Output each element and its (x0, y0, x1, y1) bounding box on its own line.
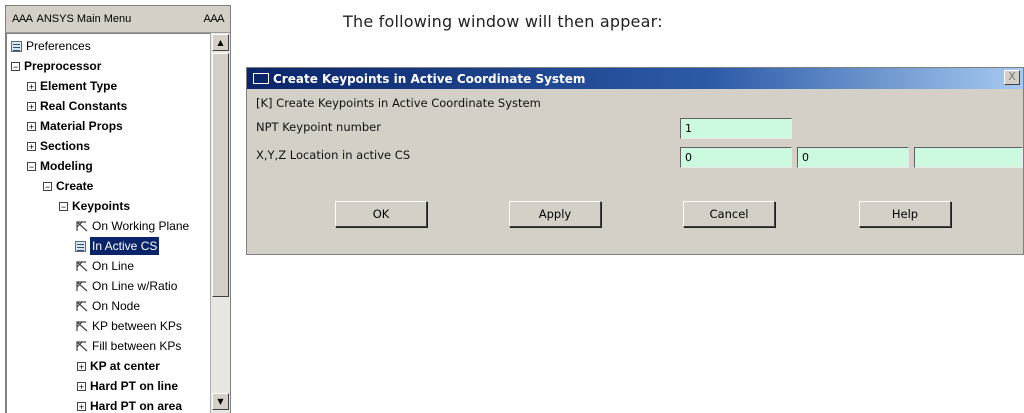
cancel-button[interactable]: Cancel (683, 201, 775, 227)
tree-item-label: Real Constants (40, 99, 128, 113)
close-button[interactable]: X (1004, 70, 1020, 85)
tree-item-keypoints[interactable]: − Keypoints (59, 197, 130, 215)
arrow-icon (76, 281, 88, 292)
arrow-icon (76, 261, 88, 272)
expand-icon[interactable]: + (77, 381, 86, 391)
tree-item-on-line-ratio[interactable]: On Line w/Ratio (75, 277, 177, 295)
tree-item-label: KP between KPs (92, 319, 182, 333)
tree-item-create[interactable]: − Create (43, 177, 93, 195)
tree-item-label: On Line w/Ratio (92, 279, 178, 293)
y-location-field[interactable]: 0 (797, 147, 909, 168)
apply-button[interactable]: Apply (509, 201, 601, 227)
menu-title-bar: AAA ANSYS Main Menu AAA (6, 6, 230, 33)
tree-item-element-type[interactable]: + Element Type (27, 77, 117, 95)
expand-icon[interactable]: + (27, 121, 36, 131)
expand-icon[interactable]: + (27, 81, 36, 91)
create-keypoints-dialog: Create Keypoints in Active Coordinate Sy… (246, 67, 1024, 255)
scroll-down-arrow-icon[interactable]: ▼ (212, 393, 229, 410)
dialog-title-bar: Create Keypoints in Active Coordinate Sy… (247, 68, 1023, 89)
arrow-icon (76, 341, 88, 352)
tree-item-modeling[interactable]: − Modeling (27, 157, 93, 175)
menu-tree: Preferences − Preprocessor + Element Typ… (6, 33, 210, 413)
tree-item-label: On Line (92, 259, 135, 273)
x-location-field[interactable]: 0 (680, 147, 792, 168)
tree-item-material-props[interactable]: + Material Props (27, 117, 123, 135)
tree-item-preferences[interactable]: Preferences (11, 37, 91, 55)
expand-icon[interactable]: + (77, 401, 86, 411)
tree-item-label: Sections (40, 139, 91, 153)
tree-item-label: Hard PT on line (90, 379, 179, 393)
ansys-main-menu: AAA ANSYS Main Menu AAA Preferences − Pr… (5, 5, 231, 413)
z-location-field[interactable] (914, 147, 1023, 168)
collapse-menu-button[interactable]: AAA (12, 13, 33, 25)
collapse-icon[interactable]: − (11, 61, 20, 71)
tree-item-sections[interactable]: + Sections (27, 137, 90, 155)
tree-item-real-constants[interactable]: + Real Constants (27, 97, 127, 115)
help-button[interactable]: Help (859, 201, 951, 227)
tree-item-kp-at-center[interactable]: + KP at center (77, 357, 160, 375)
dialog-title: Create Keypoints in Active Coordinate Sy… (273, 71, 586, 86)
document-icon (75, 240, 86, 252)
caption-text: The following window will then appear: (343, 12, 663, 31)
tree-item-on-node[interactable]: On Node (75, 297, 140, 315)
tree-item-kp-between-kps[interactable]: KP between KPs (75, 317, 182, 335)
tree-item-label: Keypoints (72, 199, 131, 213)
arrow-icon (76, 321, 88, 332)
tree-item-in-active-cs[interactable]: In Active CS (75, 237, 160, 255)
tree-item-hard-pt-on-line[interactable]: + Hard PT on line (77, 377, 178, 395)
tree-item-label: Fill between KPs (92, 339, 182, 353)
tree-item-label: In Active CS (90, 237, 160, 255)
npt-label: NPT Keypoint number (256, 120, 381, 134)
tree-item-label: Preferences (26, 39, 91, 53)
arrow-icon (76, 221, 88, 232)
tree-item-label: Create (56, 179, 94, 193)
command-label: [K] Create Keypoints in Active Coordinat… (256, 96, 541, 110)
arrow-icon (76, 301, 88, 312)
tree-item-label: On Working Plane (92, 219, 190, 233)
collapse-icon[interactable]: − (27, 161, 36, 171)
scrollbar-thumb[interactable] (212, 53, 229, 297)
expand-icon[interactable]: + (77, 361, 86, 371)
expand-icon[interactable]: + (27, 141, 36, 151)
tree-item-label: Hard PT on area (90, 399, 183, 413)
expand-icon[interactable]: + (27, 101, 36, 111)
xyz-label: X,Y,Z Location in active CS (256, 148, 411, 162)
tree-item-label: Preprocessor (24, 59, 102, 73)
collapse-icon[interactable]: − (59, 201, 68, 211)
tree-item-fill-between-kps[interactable]: Fill between KPs (75, 337, 181, 355)
tree-item-label: On Node (92, 299, 141, 313)
tree-item-label: KP at center (90, 359, 160, 373)
keypoint-number-field[interactable]: 1 (680, 118, 792, 139)
tree-item-label: Modeling (40, 159, 93, 173)
window-icon (253, 73, 269, 84)
scroll-up-arrow-icon[interactable]: ▲ (212, 34, 229, 51)
tree-item-on-working-plane[interactable]: On Working Plane (75, 217, 189, 235)
tree-item-label: Material Props (40, 119, 123, 133)
menu-scrollbar[interactable]: ▲ ▼ (210, 33, 230, 413)
tree-item-hard-pt-on-area[interactable]: + Hard PT on area (77, 397, 182, 413)
ok-button[interactable]: OK (335, 201, 427, 227)
expand-menu-button[interactable]: AAA (203, 13, 224, 25)
tree-item-on-line[interactable]: On Line (75, 257, 134, 275)
tree-item-label: Element Type (40, 79, 118, 93)
tree-item-preprocessor[interactable]: − Preprocessor (11, 57, 101, 75)
collapse-icon[interactable]: − (43, 181, 52, 191)
document-icon (11, 40, 22, 52)
menu-title: ANSYS Main Menu (36, 13, 132, 25)
